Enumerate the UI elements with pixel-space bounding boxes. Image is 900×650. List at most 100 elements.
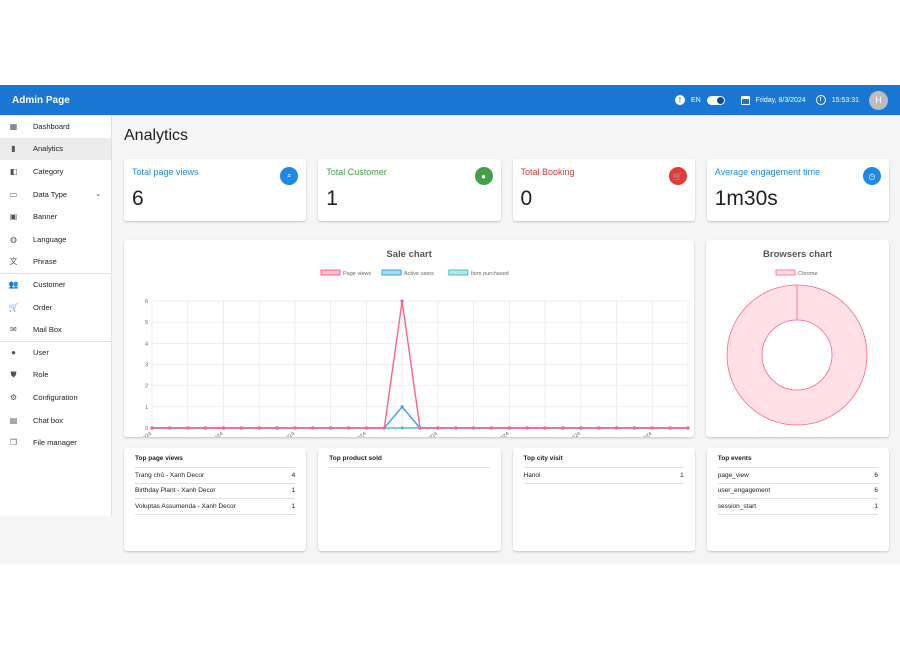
row-count: 1 [874, 502, 878, 510]
sale-chart-card: Sale chart Page views Active users Item pu… [124, 240, 695, 437]
sale-chart: Page views Active users Item purchased0123… [128, 269, 690, 437]
data-point[interactable] [472, 426, 476, 430]
sidebar-item-configuration[interactable]: ⚙ Configuration [0, 386, 111, 409]
browsers-chart-title: Browsers chart [763, 249, 833, 260]
tables-row: Top page views Trang chủ - Xanh Decor 4 Bir… [124, 448, 889, 551]
stat-card: Total Customer 1 ● [318, 159, 501, 221]
y-tick-label: 0 [145, 426, 148, 432]
data-point[interactable] [632, 426, 636, 430]
data-point[interactable] [400, 426, 404, 430]
avatar[interactable]: H [869, 90, 888, 110]
data-point[interactable] [436, 426, 440, 430]
data-point[interactable] [668, 426, 672, 430]
info-icon[interactable]: ! [674, 95, 685, 105]
sidebar-item-mail-box[interactable]: ✉ Mail Box [0, 318, 111, 341]
stats-table: Top events page_view 6 user_engagement 6 sess… [706, 448, 889, 551]
data-point[interactable] [364, 426, 368, 430]
mail-icon: ✉ [10, 325, 17, 335]
table-row: Birthday Plant - Xanh Decor 1 [135, 484, 296, 499]
data-point[interactable] [311, 426, 315, 430]
dashboard-icon: ▦ [9, 121, 18, 131]
charts-row: Sale chart Page views Active users Item pu… [124, 240, 889, 437]
person-icon: ● [474, 167, 493, 185]
chat-icon: ▤ [9, 415, 18, 425]
y-tick-label: 1 [145, 405, 148, 411]
language-toggle[interactable] [706, 95, 725, 105]
gear-icon: ⚙ [9, 392, 18, 402]
app-frame: Admin Page ! EN Friday, 8/3/2024 15:53:3… [0, 85, 900, 564]
table-row: user_engagement 6 [717, 484, 878, 499]
translate-icon: 文 [9, 257, 18, 267]
data-point[interactable] [400, 299, 404, 303]
table-row: Hanoi 1 [523, 468, 684, 484]
legend-label[interactable]: Active users [404, 271, 434, 277]
y-tick-label: 6 [145, 299, 148, 305]
data-point[interactable] [346, 426, 351, 430]
sidebar-item-file-manager[interactable]: ❐ File manager [0, 431, 111, 454]
sidebar-item-order[interactable]: 🛒 Order [0, 296, 111, 319]
data-point[interactable] [293, 426, 297, 430]
x-tick-label: 19/02/2024 [343, 431, 368, 437]
data-point[interactable] [204, 426, 208, 430]
data-point[interactable] [650, 426, 654, 430]
sidebar-item-chat-box[interactable]: ▤ Chat box [0, 409, 111, 432]
data-point[interactable] [257, 426, 261, 430]
sidebar-item-analytics[interactable]: ▮ Analytics [0, 137, 111, 161]
sidebar-item-banner[interactable]: ▣ Banner [0, 205, 111, 228]
x-tick-label: 02/03/2024 [557, 431, 582, 437]
data-point[interactable] [239, 426, 243, 430]
data-point[interactable] [168, 426, 172, 430]
legend-label[interactable]: Item purchased [471, 271, 509, 277]
data-point[interactable] [507, 426, 511, 430]
sidebar-item-label: Language [33, 234, 67, 244]
top-app-bar: Admin Page ! EN Friday, 8/3/2024 15:53:3… [0, 85, 900, 115]
x-tick-label: 06/03/2024 [629, 431, 654, 437]
sidebar-item-customer[interactable]: 👥 Customer [0, 273, 111, 296]
row-count: 1 [680, 471, 684, 479]
data-point[interactable] [454, 426, 458, 430]
data-point[interactable] [489, 426, 494, 430]
topbar-actions: ! EN Friday, 8/3/2024 15:53:31 H [674, 90, 888, 110]
data-point[interactable] [561, 426, 565, 430]
data-point[interactable] [382, 426, 386, 430]
data-point[interactable] [614, 426, 619, 430]
table-row: Voluptas Assumenda - Xanh Decor 1 [135, 499, 296, 515]
data-point[interactable] [400, 405, 404, 409]
y-tick-label: 3 [145, 363, 148, 369]
cart-icon: 🛒 [668, 167, 687, 185]
data-point[interactable] [418, 426, 422, 430]
legend-label[interactable]: Page views [343, 271, 371, 277]
row-count: 4 [291, 471, 296, 479]
person-icon: ● [11, 348, 16, 358]
data-point[interactable] [686, 426, 690, 430]
sidebar-item-label: Data Type [33, 189, 68, 199]
data-point[interactable] [275, 426, 279, 430]
data-point[interactable] [186, 426, 190, 430]
category-icon: ◧ [9, 166, 18, 176]
data-point[interactable] [597, 426, 601, 430]
row-label: session_start [717, 502, 757, 510]
sidebar-item-role[interactable]: ⛊ Role [0, 364, 111, 387]
x-tick-label: 11/02/2024 [200, 431, 225, 437]
chevron-down-icon[interactable]: ⌄ [95, 190, 101, 198]
sidebar-item-category[interactable]: ◧ Category [0, 160, 111, 183]
data-point[interactable] [221, 426, 226, 430]
data-point[interactable] [579, 426, 583, 430]
data-point[interactable] [150, 426, 154, 430]
legend-swatch [775, 269, 796, 276]
row-count: 1 [291, 487, 296, 495]
row-label: Voluptas Assumenda - Xanh Decor [135, 502, 236, 510]
sidebar-item-phrase[interactable]: 文 Phrase [0, 251, 111, 274]
sidebar-item-data-type[interactable]: ▭ Data Type ⌄ [0, 183, 111, 206]
x-tick-label: 15/02/2024 [271, 431, 296, 437]
row-label: Trang chủ - Xanh Decor [135, 471, 205, 479]
stat-value: 1m30s [714, 187, 778, 210]
data-point[interactable] [543, 426, 547, 430]
sidebar-item-dashboard[interactable]: ▦ Dashboard [0, 115, 111, 138]
data-point[interactable] [525, 426, 529, 430]
sidebar-item-language[interactable]: ◍ Language [0, 228, 111, 251]
legend-swatch [381, 269, 402, 276]
data-point[interactable] [329, 426, 333, 430]
legend-label[interactable]: Chrome [798, 271, 818, 277]
sidebar-item-user[interactable]: ● User [0, 340, 111, 364]
